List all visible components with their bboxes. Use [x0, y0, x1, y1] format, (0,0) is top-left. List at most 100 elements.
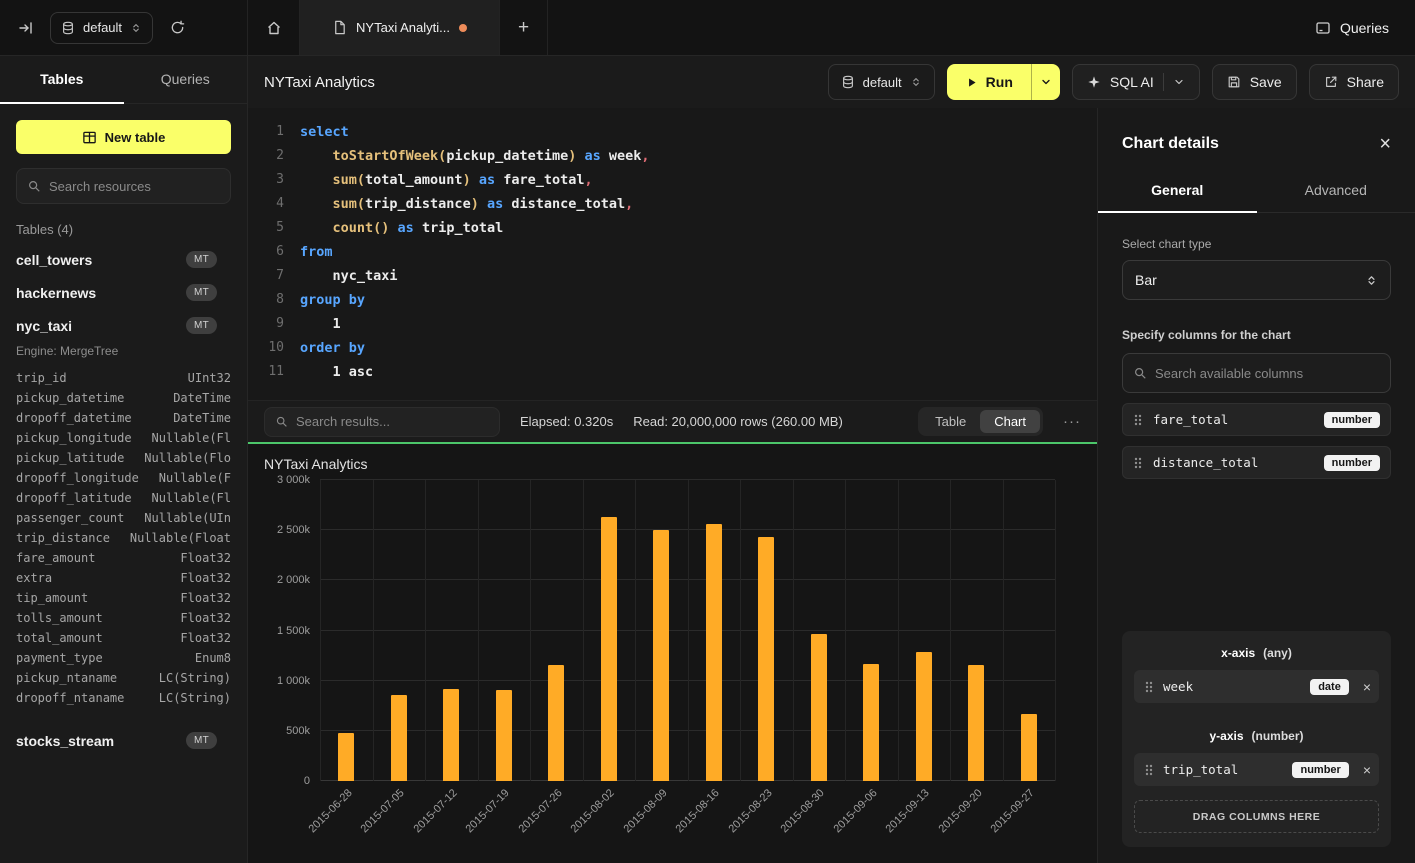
chevron-updown-icon	[910, 76, 922, 88]
line-number: 1	[248, 120, 284, 144]
sidebar-toggle-icon[interactable]	[14, 16, 38, 40]
table-item-stocks-stream[interactable]: stocks_stream MT	[0, 724, 247, 757]
column-name: distance_total	[1153, 455, 1258, 470]
columns-search[interactable]	[1122, 353, 1391, 393]
x-tick-label: 2015-09-06	[831, 787, 879, 835]
sidebar-tab-queries[interactable]: Queries	[124, 56, 248, 104]
y-tick-label: 2 500k	[277, 524, 310, 536]
bar-2015-06-28	[338, 733, 354, 781]
run-button[interactable]: Run	[947, 64, 1060, 100]
content-row: 1select2 toStartOfWeek(pickup_datetime) …	[248, 108, 1415, 863]
table-columns: trip_idUInt32pickup_datetimeDateTimedrop…	[0, 366, 247, 718]
close-icon[interactable]: ×	[1379, 134, 1391, 154]
table-name: hackernews	[16, 285, 186, 301]
column-chip-distance-total[interactable]: distance_total number	[1122, 446, 1391, 479]
panel-header: Chart details ×	[1098, 108, 1415, 172]
run-main[interactable]: Run	[947, 64, 1031, 100]
columns-label: Specify columns for the chart	[1122, 328, 1391, 342]
y-axis-title: y-axis	[1209, 729, 1243, 743]
engine-badge: MT	[186, 317, 217, 334]
bar-2015-09-13	[916, 652, 932, 781]
drag-handle-icon	[1144, 680, 1154, 694]
panel-tabs: General Advanced	[1098, 172, 1415, 213]
line-number: 10	[248, 336, 284, 360]
new-table-label: New table	[105, 130, 166, 145]
gridline	[688, 480, 689, 781]
sparkle-icon	[1087, 75, 1101, 89]
chart-title: NYTaxi Analytics	[264, 456, 1081, 472]
read-stat: Read: 20,000,000 rows (260.00 MB)	[633, 414, 843, 429]
gridline	[950, 480, 951, 781]
sidebar-search-input[interactable]	[49, 179, 220, 194]
sql-ai-button[interactable]: SQL AI	[1072, 64, 1200, 100]
toggle-table[interactable]: Table	[921, 410, 980, 433]
tab-label: NYTaxi Analyti...	[356, 20, 450, 35]
header-database-selector[interactable]: default	[828, 64, 935, 100]
bar-2015-07-05	[391, 695, 407, 781]
results-toolbar: Elapsed: 0.320s Read: 20,000,000 rows (2…	[248, 400, 1097, 442]
x-tick-label: 2015-07-05	[359, 787, 407, 835]
type-badge: date	[1310, 679, 1349, 695]
x-axis-item-week[interactable]: week date ×	[1134, 670, 1379, 703]
bar-2015-09-27	[1021, 714, 1037, 781]
tab-nytaxi-analytics[interactable]: NYTaxi Analyti...	[300, 0, 500, 55]
chart-plot	[320, 480, 1055, 781]
sidebar-tab-tables[interactable]: Tables	[0, 56, 124, 104]
x-tick-label: 2015-07-12	[411, 787, 459, 835]
panel-body: Select chart type Bar Specify columns fo…	[1098, 213, 1415, 863]
x-tick-label: 2015-07-26	[516, 787, 564, 835]
sql-editor[interactable]: 1select2 toStartOfWeek(pickup_datetime) …	[248, 108, 1097, 400]
more-options-icon[interactable]: ···	[1063, 413, 1081, 430]
header-database-value: default	[863, 75, 902, 90]
queries-button[interactable]: Queries	[1315, 20, 1389, 36]
bar-2015-08-30	[811, 634, 827, 781]
x-tick-label: 2015-07-19	[464, 787, 512, 835]
y-axis-item-trip-total[interactable]: trip_total number ×	[1134, 753, 1379, 786]
toggle-chart[interactable]: Chart	[980, 410, 1040, 433]
file-icon	[332, 20, 347, 35]
code-line: 1select	[248, 120, 1097, 144]
save-button[interactable]: Save	[1212, 64, 1297, 100]
bar-2015-08-09	[653, 530, 669, 781]
topbar-tabs: NYTaxi Analyti... +	[248, 0, 1289, 55]
refresh-icon[interactable]	[165, 16, 189, 40]
database-icon	[841, 75, 855, 89]
column-chip-fare-total[interactable]: fare_total number	[1122, 403, 1391, 436]
database-selector[interactable]: default	[50, 12, 153, 44]
share-button[interactable]: Share	[1309, 64, 1399, 100]
table-item-hackernews[interactable]: hackernews MT	[0, 276, 247, 309]
table-name: cell_towers	[16, 252, 186, 268]
x-tick-label: 2015-08-30	[779, 787, 827, 835]
table-item-cell-towers[interactable]: cell_towers MT	[0, 243, 247, 276]
drop-zone[interactable]: DRAG COLUMNS HERE	[1134, 800, 1379, 833]
results-search[interactable]	[264, 407, 500, 437]
column-row: trip_idUInt32	[16, 368, 231, 388]
x-tick-label: 2015-09-27	[989, 787, 1037, 835]
remove-x-axis-icon[interactable]: ×	[1363, 680, 1371, 694]
bar-2015-09-20	[968, 665, 984, 781]
columns-search-input[interactable]	[1155, 366, 1380, 381]
table-item-nyc-taxi[interactable]: nyc_taxi MT	[0, 309, 247, 342]
chart-type-select[interactable]: Bar	[1122, 260, 1391, 300]
tab-advanced[interactable]: Advanced	[1257, 172, 1415, 213]
tab-general[interactable]: General	[1098, 172, 1257, 213]
topbar-right: Queries	[1289, 0, 1415, 55]
home-tab[interactable]	[248, 0, 300, 55]
database-icon	[61, 21, 75, 35]
results-search-input[interactable]	[296, 414, 489, 429]
share-label: Share	[1347, 74, 1384, 90]
sidebar-search[interactable]	[16, 168, 231, 204]
x-tick-label: 2015-08-02	[569, 787, 617, 835]
chart-y-axis: 0500k1 000k1 500k2 000k2 500k3 000k	[264, 480, 320, 781]
column-row: pickup_ntanameLC(String)	[16, 668, 231, 688]
database-selector-value: default	[83, 20, 122, 35]
chevron-down-icon	[1040, 76, 1052, 88]
bar-2015-08-23	[758, 537, 774, 781]
new-tab-button[interactable]: +	[500, 0, 548, 55]
gridline	[898, 480, 899, 781]
new-table-button[interactable]: New table	[16, 120, 231, 154]
remove-y-axis-icon[interactable]: ×	[1363, 763, 1371, 777]
column-row: dropoff_datetimeDateTime	[16, 408, 231, 428]
run-options-button[interactable]	[1032, 64, 1060, 100]
code-line: 9 1	[248, 312, 1097, 336]
